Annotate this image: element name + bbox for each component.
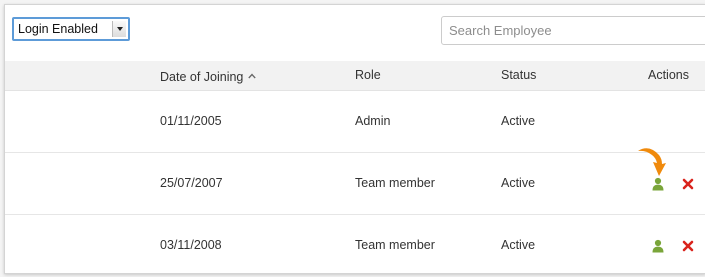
cell-date-of-joining: 25/07/2007 xyxy=(160,176,223,190)
employee-panel: Login Enabled Date of Joining Role Statu… xyxy=(4,4,705,274)
dropdown-arrow-icon xyxy=(112,21,126,37)
header-status: Status xyxy=(501,68,537,82)
cell-role: Team member xyxy=(355,238,435,252)
cell-status: Active xyxy=(501,238,536,252)
login-filter-select[interactable]: Login Enabled xyxy=(12,17,130,41)
cell-status: Active xyxy=(501,176,536,190)
delete-icon[interactable] xyxy=(681,239,695,253)
login-filter-value: Login Enabled xyxy=(18,22,98,36)
cell-status: Active xyxy=(501,114,536,128)
header-date-label: Date of Joining xyxy=(160,70,244,84)
table-header: Date of Joining Role Status Actions xyxy=(5,61,705,91)
table-row: 01/11/2005 Admin Active xyxy=(5,91,705,153)
cell-date-of-joining: 01/11/2005 xyxy=(160,114,222,128)
table-row: 03/11/2008 Team member Active xyxy=(5,215,705,273)
search-employee-input[interactable] xyxy=(441,16,705,45)
header-role: Role xyxy=(355,68,381,82)
sort-icon[interactable] xyxy=(248,61,257,90)
pointer-arrow-icon xyxy=(638,148,666,176)
cell-date-of-joining: 03/11/2008 xyxy=(160,238,222,252)
cell-role: Team member xyxy=(355,176,435,190)
cell-role: Admin xyxy=(355,114,391,128)
header-date-of-joining[interactable]: Date of Joining xyxy=(160,61,257,92)
user-icon[interactable] xyxy=(651,239,665,253)
delete-icon[interactable] xyxy=(681,177,695,191)
table-row: 25/07/2007 Team member Active xyxy=(5,153,705,215)
header-actions: Actions xyxy=(648,68,689,82)
